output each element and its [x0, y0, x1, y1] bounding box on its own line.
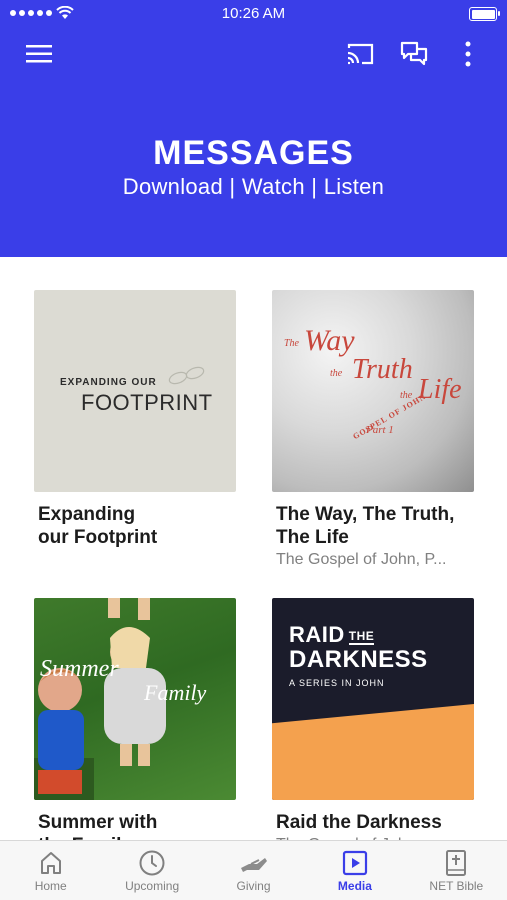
art-text: Part 1 [366, 424, 394, 436]
tab-media[interactable]: Media [304, 841, 405, 900]
art-text-expanding-our: EXPANDING OUR [60, 377, 157, 388]
art-text-footprint: FOOTPRINT [81, 390, 213, 415]
orange-band [272, 704, 474, 800]
message-thumbnail: RAID THE DARKNESS A SERIES IN JOHN [272, 598, 474, 800]
tab-net-bible[interactable]: NET Bible [406, 841, 507, 900]
status-time: 10:26 AM [221, 5, 286, 22]
message-card-way-truth-life[interactable]: The Way the Truth the Life GOSPEL OF JOH… [272, 290, 474, 571]
play-icon [340, 849, 370, 877]
tab-home[interactable]: Home [0, 841, 101, 900]
message-thumbnail: Summer Family [34, 598, 236, 800]
message-card-expanding-footprint[interactable]: EXPANDING OUR FOOTPRINT Expanding our Foo… [34, 290, 236, 549]
art-text-darkness: DARKNESS [289, 646, 428, 673]
tab-label: Media [337, 879, 372, 893]
message-thumbnail: EXPANDING OUR FOOTPRINT [34, 290, 236, 492]
card-title: The Way, The Truth, The Life [276, 504, 455, 548]
messages-header: MESSAGES Download | Watch | Listen [0, 28, 507, 257]
tab-label: Home [34, 879, 67, 893]
home-icon [36, 849, 66, 877]
chat-icon[interactable] [398, 38, 430, 70]
status-bar: 10:26 AM [0, 0, 507, 28]
art-text: Way [304, 324, 355, 357]
cast-icon[interactable] [344, 38, 376, 70]
more-vertical-icon[interactable] [452, 38, 484, 70]
footprint-icon [168, 366, 205, 385]
clock-icon [137, 849, 167, 877]
tab-label: Upcoming [125, 879, 180, 893]
card-title: Raid the Darkness [276, 812, 442, 833]
page-title: MESSAGES [153, 134, 354, 172]
art-text-raid: RAID THE [289, 622, 375, 647]
bottom-tab-bar: Home Upcoming Giving Media NET Bible [0, 840, 507, 900]
tab-giving[interactable]: Giving [203, 841, 304, 900]
art-text: The [284, 338, 299, 349]
page-subtitle: Download | Watch | Listen [122, 174, 385, 199]
message-card-summer-family[interactable]: Summer Family Summer withthe Family [34, 598, 236, 857]
tab-label: Giving [236, 879, 271, 893]
hamburger-menu-icon[interactable] [23, 38, 55, 70]
art-text: Truth [352, 354, 413, 385]
art-text-summer: Summer [40, 656, 119, 682]
message-thumbnail: The Way the Truth the Life GOSPEL OF JOH… [272, 290, 474, 492]
tab-label: NET Bible [429, 879, 484, 893]
bible-icon [441, 849, 471, 877]
art-text-series: A SERIES IN JOHN [289, 678, 385, 688]
battery-icon [469, 7, 500, 21]
art-text: the [330, 368, 343, 379]
card-title: Expanding our Footprint [38, 504, 158, 548]
message-card-raid-darkness[interactable]: RAID THE DARKNESS A SERIES IN JOHN Raid t… [272, 598, 474, 856]
giving-hand-icon [239, 849, 269, 877]
tab-upcoming[interactable]: Upcoming [101, 841, 202, 900]
card-subtitle: The Gospel of John, P... [276, 551, 447, 568]
art-text-family: Family [144, 680, 207, 705]
